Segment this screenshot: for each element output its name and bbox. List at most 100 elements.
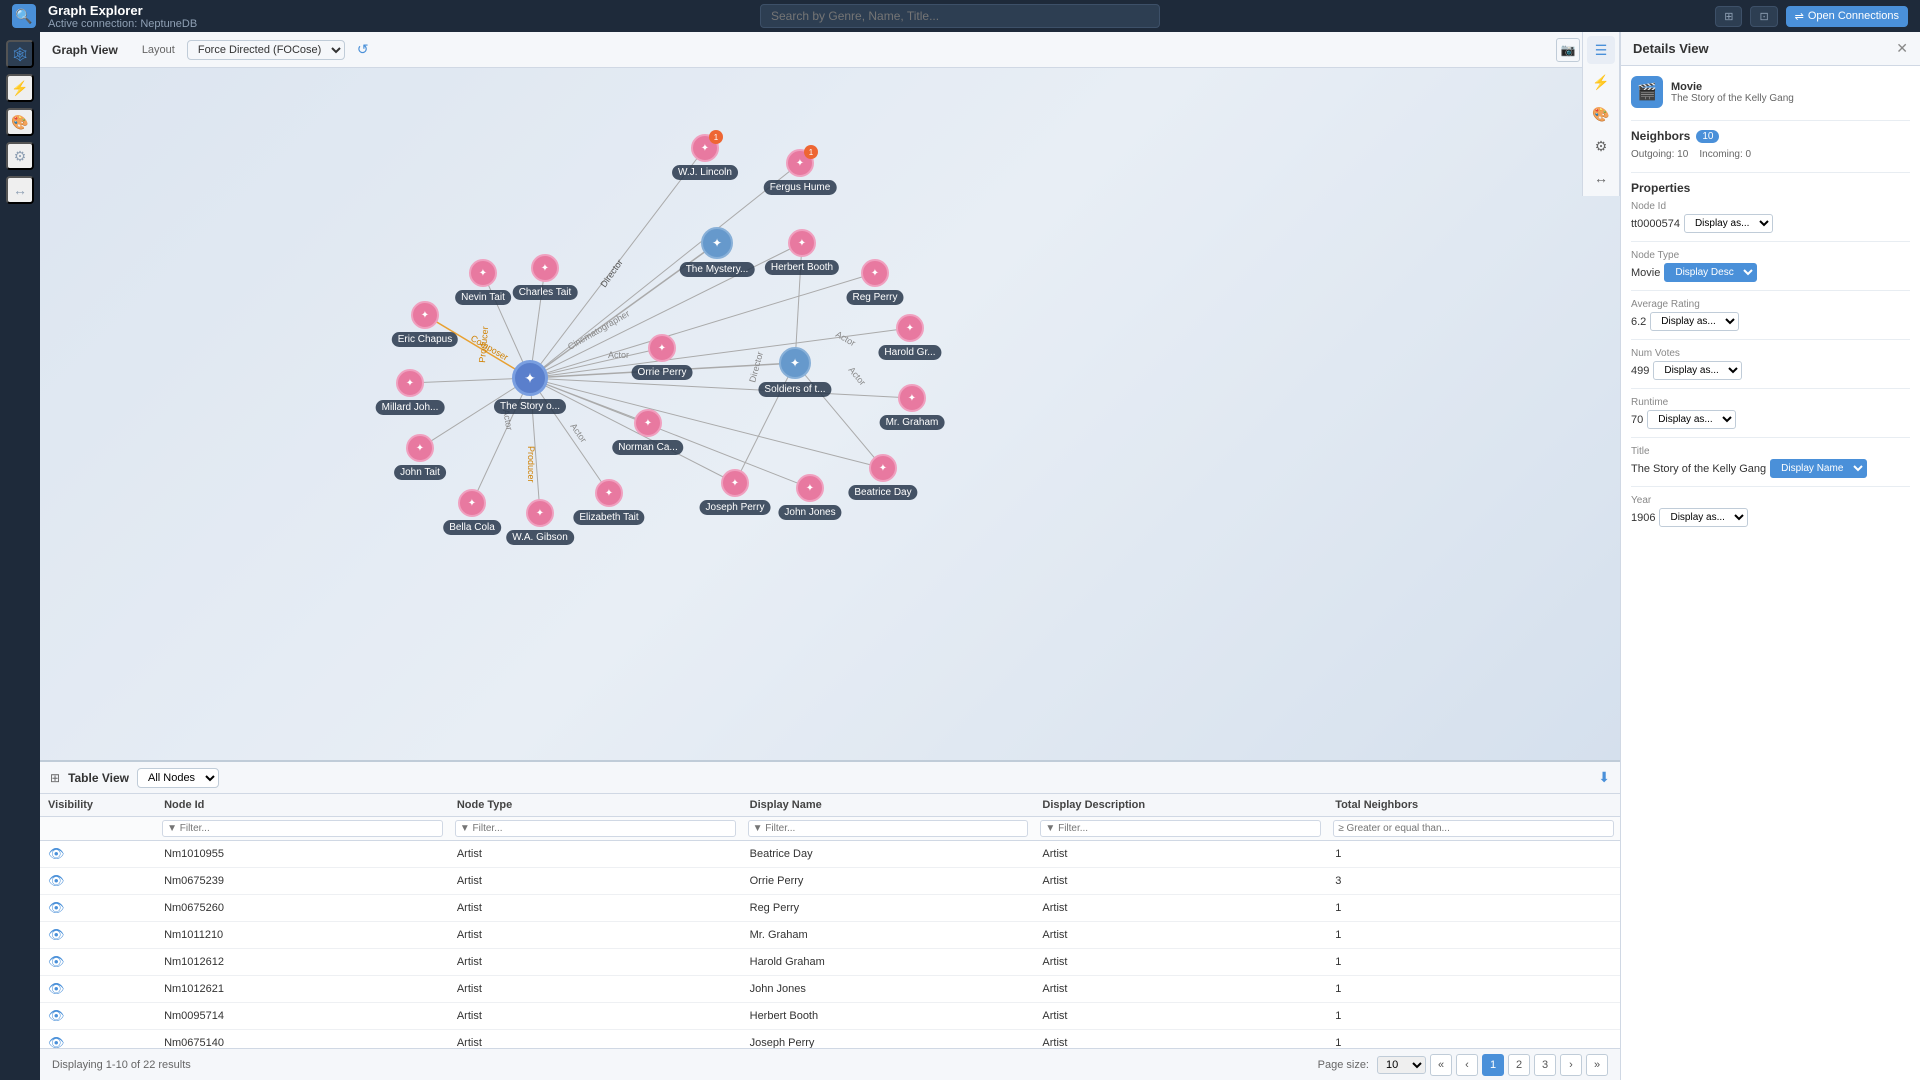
node-filter-select[interactable]: All Nodes bbox=[137, 768, 219, 788]
filter-node-id[interactable] bbox=[162, 820, 443, 837]
node-name-label: The Story of the Kelly Gang bbox=[1671, 93, 1794, 104]
node-mystery[interactable]: The Mystery... bbox=[701, 227, 733, 259]
graph-view-tab[interactable]: Graph View bbox=[52, 43, 118, 57]
search-input[interactable] bbox=[760, 4, 1160, 28]
sidebar-settings-btn[interactable]: ⚙ bbox=[6, 142, 34, 170]
node-norman-ca[interactable]: Norman Ca... bbox=[634, 409, 662, 437]
download-button[interactable]: ⬇ bbox=[1598, 769, 1610, 786]
node-charles-tait[interactable]: Charles Tait bbox=[531, 254, 559, 282]
cell-visibility[interactable]: 👁 bbox=[40, 976, 156, 1003]
node-millard-joh[interactable]: Millard Joh... bbox=[396, 369, 424, 397]
sidebar-filter-btn[interactable]: ⚡ bbox=[6, 74, 34, 102]
prop-display-select[interactable]: Display as... bbox=[1684, 214, 1773, 233]
layout-select[interactable]: Force Directed (FOCose) bbox=[187, 40, 345, 60]
visibility-icon[interactable]: 👁 bbox=[48, 846, 65, 861]
node-bella-cola[interactable]: Bella Cola bbox=[458, 489, 486, 517]
filter-node-type[interactable] bbox=[455, 820, 736, 837]
filter-display-name[interactable] bbox=[748, 820, 1029, 837]
page-2-button[interactable]: 2 bbox=[1508, 1054, 1530, 1076]
node-label-wj-lincoln: W.J. Lincoln bbox=[672, 165, 738, 180]
panel-filter-btn[interactable]: ⚡ bbox=[1587, 68, 1615, 96]
camera-button[interactable]: 📷 bbox=[1556, 38, 1580, 62]
panel-expand-btn[interactable]: ↔ bbox=[1587, 164, 1615, 192]
page-size-select[interactable]: 10 25 50 100 bbox=[1377, 1056, 1426, 1074]
table-body: 👁 Nm1010955 Artist Beatrice Day Artist 1… bbox=[40, 841, 1620, 1049]
node-elizabeth-tait[interactable]: Elizabeth Tait bbox=[595, 479, 623, 507]
prop-display-select[interactable]: Display as... bbox=[1650, 312, 1739, 331]
filter-display-desc[interactable] bbox=[1040, 820, 1321, 837]
node-nevin-tait[interactable]: Nevin Tait bbox=[469, 259, 497, 287]
first-page-button[interactable]: « bbox=[1430, 1054, 1452, 1076]
cell-display-desc: Artist bbox=[1034, 1030, 1327, 1049]
prop-label: Runtime bbox=[1631, 397, 1910, 408]
node-label-mystery: The Mystery... bbox=[680, 262, 755, 277]
app-subtitle: Active connection: NeptuneDB bbox=[48, 18, 197, 30]
app-icon: 🔍 bbox=[12, 4, 36, 28]
cell-total-neighbors: 1 bbox=[1327, 895, 1620, 922]
panel-style-btn[interactable]: 🎨 bbox=[1587, 100, 1615, 128]
next-page-button[interactable]: › bbox=[1560, 1054, 1582, 1076]
visibility-icon[interactable]: 👁 bbox=[48, 900, 65, 915]
properties-list: Node Id tt0000574 Display as... Node Typ… bbox=[1631, 201, 1910, 527]
page-1-button[interactable]: 1 bbox=[1482, 1054, 1504, 1076]
close-panel-button[interactable]: ✕ bbox=[1896, 40, 1908, 57]
sidebar-style-btn[interactable]: 🎨 bbox=[6, 108, 34, 136]
sidebar-expand-btn[interactable]: ↔ bbox=[6, 176, 34, 204]
node-beatrice-day[interactable]: Beatrice Day bbox=[869, 454, 897, 482]
node-harold-gr[interactable]: Harold Gr... bbox=[896, 314, 924, 342]
node-fergus-hume[interactable]: 1 Fergus Hume bbox=[786, 149, 814, 177]
table-section: ⊞ Table View All Nodes ⬇ Visibility Node… bbox=[40, 760, 1620, 1080]
prop-value: tt0000574 bbox=[1631, 218, 1680, 230]
prop-value: 1906 bbox=[1631, 512, 1655, 524]
prop-value: 499 bbox=[1631, 365, 1649, 377]
cell-visibility[interactable]: 👁 bbox=[40, 841, 156, 868]
prop-control: 70 Display as... bbox=[1631, 410, 1910, 429]
cell-total-neighbors: 3 bbox=[1327, 868, 1620, 895]
prop-display-select[interactable]: Display Desc bbox=[1664, 263, 1757, 282]
visibility-icon[interactable]: 👁 bbox=[48, 927, 65, 942]
settings-icon-btn[interactable]: ⊞ bbox=[1715, 6, 1742, 27]
visibility-icon[interactable]: 👁 bbox=[48, 1008, 65, 1023]
node-herbert-booth[interactable]: Herbert Booth bbox=[788, 229, 816, 257]
visibility-icon[interactable]: 👁 bbox=[48, 1035, 65, 1048]
filter-total-neighbors[interactable] bbox=[1333, 820, 1614, 837]
panel-settings-btn[interactable]: ⚙ bbox=[1587, 132, 1615, 160]
node-main-movie[interactable]: The Story o... bbox=[512, 360, 548, 396]
prev-page-button[interactable]: ‹ bbox=[1456, 1054, 1478, 1076]
visibility-icon[interactable]: 👁 bbox=[48, 873, 65, 888]
cell-visibility[interactable]: 👁 bbox=[40, 1003, 156, 1030]
node-john-tait[interactable]: John Tait bbox=[406, 434, 434, 462]
visibility-icon[interactable]: 👁 bbox=[48, 981, 65, 996]
node-reg-perry[interactable]: Reg Perry bbox=[861, 259, 889, 287]
node-label-eric-chapus: Eric Chapus bbox=[392, 332, 458, 347]
prop-display-select[interactable]: Display as... bbox=[1659, 508, 1748, 527]
cell-visibility[interactable]: 👁 bbox=[40, 1030, 156, 1049]
cell-node-id: Nm0675260 bbox=[156, 895, 449, 922]
node-eric-chapus[interactable]: Eric Chapus bbox=[411, 301, 439, 329]
prop-display-select[interactable]: Display Name bbox=[1770, 459, 1867, 478]
node-soldiers[interactable]: Soldiers of t... bbox=[779, 347, 811, 379]
graph-canvas[interactable]: Director Producer Cinematographer Actor … bbox=[40, 68, 1620, 760]
pagination: Page size: 10 25 50 100 « ‹ 1 2 3 › » bbox=[1318, 1054, 1608, 1076]
node-wa-gibson[interactable]: W.A. Gibson bbox=[526, 499, 554, 527]
page-3-button[interactable]: 3 bbox=[1534, 1054, 1556, 1076]
cell-visibility[interactable]: 👁 bbox=[40, 949, 156, 976]
node-john-jones[interactable]: John Jones bbox=[796, 474, 824, 502]
last-page-button[interactable]: » bbox=[1586, 1054, 1608, 1076]
node-orrie-perry[interactable]: Orrie Perry bbox=[648, 334, 676, 362]
panel-list-btn[interactable]: ☰ bbox=[1587, 36, 1615, 64]
prop-display-select[interactable]: Display as... bbox=[1647, 410, 1736, 429]
open-connections-button[interactable]: ⇌ Open Connections bbox=[1786, 6, 1908, 27]
node-wj-lincoln[interactable]: 1 W.J. Lincoln bbox=[691, 134, 719, 162]
refresh-button[interactable]: ↺ bbox=[357, 41, 369, 58]
cell-visibility[interactable]: 👁 bbox=[40, 922, 156, 949]
prop-display-select[interactable]: Display as... bbox=[1653, 361, 1742, 380]
visibility-icon[interactable]: 👁 bbox=[48, 954, 65, 969]
layout-icon-btn[interactable]: ⊡ bbox=[1750, 6, 1777, 27]
cell-visibility[interactable]: 👁 bbox=[40, 895, 156, 922]
node-joseph-perry[interactable]: Joseph Perry bbox=[721, 469, 749, 497]
node-mr-graham[interactable]: Mr. Graham bbox=[898, 384, 926, 412]
sidebar-graph-btn[interactable]: 🕸 bbox=[6, 40, 34, 68]
cell-visibility[interactable]: 👁 bbox=[40, 868, 156, 895]
app-title: Graph Explorer bbox=[48, 3, 197, 18]
